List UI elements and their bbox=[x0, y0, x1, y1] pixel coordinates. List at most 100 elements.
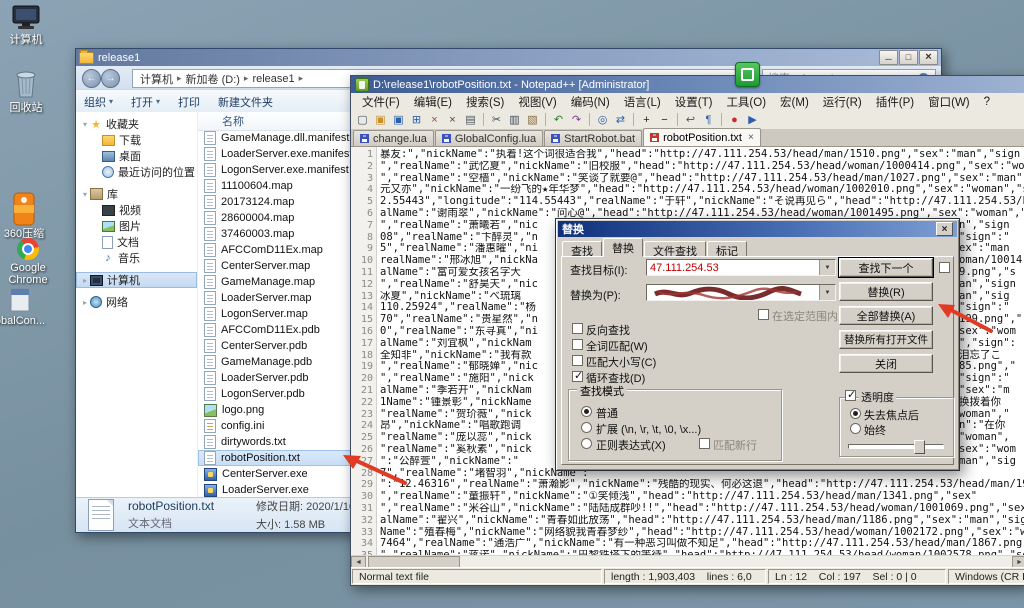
save-all-icon[interactable]: ⊞ bbox=[408, 112, 425, 128]
replace-all-open-button[interactable]: 替换所有打开文件 bbox=[839, 330, 933, 349]
copy-icon[interactable]: ▥ bbox=[506, 112, 523, 128]
tab-GlobalConfig.lua[interactable]: GlobalConfig.lua bbox=[435, 130, 543, 146]
minimize-button[interactable] bbox=[879, 50, 898, 65]
desktop-icon-360zip[interactable]: 360压缩 bbox=[0, 192, 53, 240]
menu-item[interactable]: 插件(P) bbox=[869, 94, 921, 110]
find-target-combobox[interactable]: 47.111.254.53 bbox=[646, 259, 836, 276]
menu-item[interactable]: 窗口(W) bbox=[921, 94, 977, 110]
dialog-tab-替换[interactable]: 替换 bbox=[603, 238, 643, 257]
menu-item[interactable]: ? bbox=[977, 96, 997, 108]
transparency-slider[interactable] bbox=[848, 440, 944, 452]
mode-normal-radio[interactable] bbox=[581, 406, 592, 417]
play-macro-icon[interactable]: ▶ bbox=[744, 112, 761, 128]
menu-item[interactable]: 语言(L) bbox=[617, 94, 668, 110]
sidebar-item-桌面[interactable]: 桌面 bbox=[76, 148, 197, 164]
breadcrumb-item[interactable]: 新加卷 (D:) bbox=[183, 71, 243, 87]
menu-item[interactable]: 文件(F) bbox=[355, 94, 407, 110]
sidebar-item-视频[interactable]: 视频 bbox=[76, 202, 197, 218]
mode-extended-radio[interactable] bbox=[581, 422, 592, 433]
zoom-out-icon[interactable]: − bbox=[656, 112, 673, 128]
find-next-button[interactable]: 查找下一个 bbox=[839, 258, 933, 277]
desktop-icon-chrome[interactable]: Google Chrome bbox=[0, 238, 57, 286]
wrap-around-checkbox[interactable] bbox=[572, 371, 583, 382]
new-file-icon[interactable]: ▢ bbox=[354, 112, 371, 128]
open-icon[interactable]: ▣ bbox=[372, 112, 389, 128]
whole-word-checkbox[interactable] bbox=[572, 339, 583, 350]
record-macro-icon[interactable]: ● bbox=[726, 112, 743, 128]
back-button[interactable]: ← bbox=[82, 69, 101, 88]
notepad-titlebar[interactable]: D:\release1\robotPosition.txt - Notepad+… bbox=[351, 76, 1024, 93]
print-icon[interactable]: ▤ bbox=[462, 112, 479, 128]
menu-item[interactable]: 编码(N) bbox=[564, 94, 617, 110]
backward-checkbox[interactable] bbox=[572, 323, 583, 334]
sidebar-item-音乐[interactable]: 音乐 bbox=[76, 250, 197, 266]
find-icon[interactable]: ◎ bbox=[594, 112, 611, 128]
tab-robotPosition.txt[interactable]: robotPosition.txt bbox=[643, 128, 761, 146]
maximize-button[interactable] bbox=[899, 50, 918, 65]
expand-arrow-icon: ▾ bbox=[80, 190, 90, 199]
word-wrap-icon[interactable]: ↩ bbox=[682, 112, 699, 128]
green-tray-icon[interactable] bbox=[735, 62, 760, 87]
mode-regex-radio[interactable] bbox=[581, 438, 592, 449]
desktop-icon-computer[interactable]: 计算机 bbox=[0, 5, 55, 46]
close-icon[interactable] bbox=[936, 222, 953, 236]
dialog-titlebar[interactable]: 替换 bbox=[558, 221, 957, 237]
forward-button[interactable]: → bbox=[101, 69, 120, 88]
sidebar-item-下载[interactable]: 下载 bbox=[76, 132, 197, 148]
replace-all-button[interactable]: 全部替换(A) bbox=[839, 306, 933, 325]
menu-item[interactable]: 编辑(E) bbox=[407, 94, 459, 110]
dialog-tab-查找[interactable]: 查找 bbox=[562, 241, 602, 257]
sidebar-item-计算机[interactable]: ▸计算机 bbox=[76, 272, 197, 288]
menu-item[interactable]: 搜索(S) bbox=[459, 94, 511, 110]
replace-button[interactable]: 替换(R) bbox=[839, 282, 933, 301]
sidebar-item-网络[interactable]: ▸网络 bbox=[76, 294, 197, 310]
tab-change.lua[interactable]: change.lua bbox=[353, 130, 434, 146]
zoom-in-icon[interactable]: + bbox=[638, 112, 655, 128]
transparency-checkbox[interactable] bbox=[845, 390, 856, 401]
close-tab-icon[interactable] bbox=[748, 132, 754, 143]
dialog-close-button[interactable]: 关闭 bbox=[839, 354, 933, 373]
in-selection-checkbox[interactable] bbox=[758, 309, 769, 320]
menu-item[interactable]: 设置(T) bbox=[668, 94, 720, 110]
toolbar-open-button[interactable]: 打开▾ bbox=[131, 94, 160, 110]
dialog-tab-标记[interactable]: 标记 bbox=[707, 241, 747, 257]
close-all-icon[interactable]: × bbox=[444, 112, 461, 128]
close-icon[interactable]: × bbox=[426, 112, 443, 128]
chevron-down-icon[interactable] bbox=[819, 260, 835, 275]
desktop-icon-recycle-bin[interactable]: 回收站 bbox=[0, 66, 55, 114]
sidebar-item-最近访问的位置[interactable]: 最近访问的位置 bbox=[76, 164, 197, 180]
undo-icon[interactable]: ↶ bbox=[550, 112, 567, 128]
show-all-chars-icon[interactable]: ¶ bbox=[700, 112, 717, 128]
slider-thumb[interactable] bbox=[914, 440, 925, 454]
match-newline-checkbox[interactable] bbox=[699, 438, 710, 449]
sidebar-item-库[interactable]: ▾库 bbox=[76, 186, 197, 202]
sidebar-item-文档[interactable]: 文档 bbox=[76, 234, 197, 250]
top-right-checkbox[interactable] bbox=[939, 262, 950, 273]
menu-item[interactable]: 宏(M) bbox=[773, 94, 816, 110]
breadcrumb-item[interactable]: 计算机 bbox=[137, 71, 176, 87]
sidebar-item-收藏夹[interactable]: ▾收藏夹 bbox=[76, 116, 197, 132]
sidebar-item-图片[interactable]: 图片 bbox=[76, 218, 197, 234]
transparency-always-radio[interactable] bbox=[850, 423, 861, 434]
replace-with-combobox[interactable] bbox=[646, 284, 836, 301]
close-button[interactable] bbox=[919, 50, 938, 65]
chevron-down-icon[interactable] bbox=[819, 285, 835, 300]
menu-item[interactable]: 工具(O) bbox=[719, 94, 773, 110]
breadcrumb-item[interactable]: release1 bbox=[249, 73, 297, 85]
menu-item[interactable]: 视图(V) bbox=[511, 94, 563, 110]
replace-icon[interactable]: ⇄ bbox=[612, 112, 629, 128]
paste-icon[interactable]: ▧ bbox=[524, 112, 541, 128]
redo-icon[interactable]: ↷ bbox=[568, 112, 585, 128]
save-icon[interactable]: ▣ bbox=[390, 112, 407, 128]
cut-icon[interactable]: ✂ bbox=[488, 112, 505, 128]
dialog-tab-文件查找[interactable]: 文件查找 bbox=[644, 241, 706, 257]
tab-StartRobot.bat[interactable]: StartRobot.bat bbox=[544, 130, 642, 146]
desktop-icon-globalcon[interactable]: obalCon... bbox=[0, 288, 49, 327]
menu-item[interactable]: 运行(R) bbox=[816, 94, 869, 110]
transparency-on-losing-focus-radio[interactable] bbox=[850, 408, 861, 419]
toolbar-new-folder-button[interactable]: 新建文件夹 bbox=[218, 94, 273, 110]
match-case-checkbox[interactable] bbox=[572, 355, 583, 366]
toolbar-organize-button[interactable]: 组织▾ bbox=[84, 94, 113, 110]
toolbar-print-button[interactable]: 打印 bbox=[178, 94, 200, 110]
explorer-titlebar[interactable]: release1 bbox=[76, 49, 941, 66]
